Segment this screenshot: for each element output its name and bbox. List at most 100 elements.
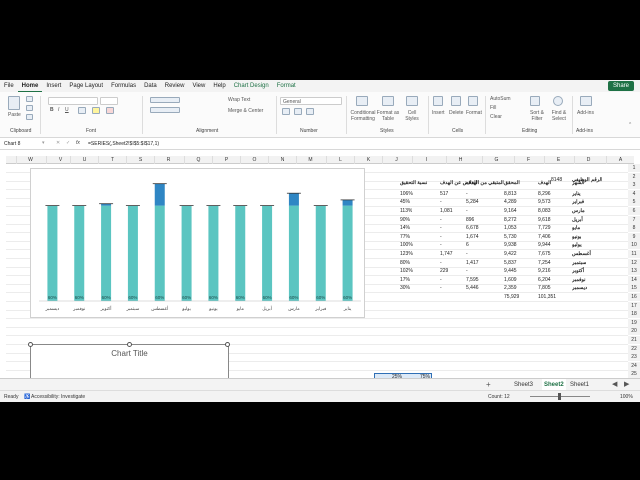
table-cell[interactable]: -: [440, 198, 442, 206]
table-cell[interactable]: أغسطس: [572, 250, 591, 258]
table-cell[interactable]: 1,417: [466, 259, 479, 267]
table-cell[interactable]: 14%: [400, 224, 410, 232]
table-cell[interactable]: -: [466, 207, 468, 215]
format-as-table-icon[interactable]: [382, 96, 394, 106]
column-header-m[interactable]: M: [296, 156, 324, 164]
table-cell[interactable]: 7,805: [538, 284, 551, 292]
table-cell[interactable]: 90%: [400, 216, 410, 224]
addins-icon[interactable]: [580, 96, 592, 106]
format-painter-icon[interactable]: [26, 114, 33, 120]
align-left-icon[interactable]: [150, 107, 180, 113]
row-header-6[interactable]: 6: [628, 207, 640, 215]
column-header-g[interactable]: G: [482, 156, 510, 164]
insert-label[interactable]: Insert: [432, 110, 445, 116]
row-header-3[interactable]: 3: [628, 181, 640, 190]
table-cell[interactable]: 896: [466, 216, 474, 224]
table-header[interactable]: الشهر: [572, 179, 584, 187]
menu-help[interactable]: Help: [209, 80, 229, 92]
comma-icon[interactable]: [306, 108, 314, 115]
table-header[interactable]: الهدف: [538, 179, 551, 187]
row-header-13[interactable]: 13: [628, 267, 640, 276]
find-select-icon[interactable]: [553, 96, 563, 106]
table-cell[interactable]: 5,446: [466, 284, 479, 292]
scroll-tabs-right-icon[interactable]: ▶: [624, 380, 629, 388]
table-cell[interactable]: -: [440, 259, 442, 267]
column-header-d[interactable]: D: [574, 156, 602, 164]
column-header-r[interactable]: R: [154, 156, 182, 164]
column-header-s[interactable]: S: [126, 156, 154, 164]
table-cell[interactable]: 9,944: [538, 241, 551, 249]
copy-icon[interactable]: [26, 105, 33, 111]
table-cell[interactable]: يناير: [572, 190, 581, 198]
table-cell[interactable]: -: [440, 224, 442, 232]
accessibility-status[interactable]: Accessibility: Investigate: [31, 394, 85, 400]
row-header-7[interactable]: 7: [628, 215, 640, 224]
table-cell[interactable]: فبراير: [572, 198, 584, 206]
table-cell[interactable]: يوليو: [572, 241, 582, 249]
format-cells-icon[interactable]: [468, 96, 478, 106]
column-header-p[interactable]: P: [212, 156, 240, 164]
table-cell[interactable]: 1,747: [440, 250, 453, 258]
wrap-text-button[interactable]: Wrap Text: [228, 97, 250, 103]
row-header-17[interactable]: 17: [628, 301, 640, 310]
menu-insert[interactable]: Insert: [42, 80, 65, 92]
row-header-4[interactable]: 4: [628, 189, 640, 198]
row-header-21[interactable]: 21: [628, 336, 640, 344]
row-header-9[interactable]: 9: [628, 232, 640, 241]
cancel-entry-icon[interactable]: ✕: [56, 140, 60, 146]
bar-base[interactable]: [127, 205, 138, 301]
format-as-table-label[interactable]: Format as Table: [376, 110, 400, 122]
table-cell[interactable]: -: [466, 267, 468, 275]
table-cell[interactable]: 517: [440, 190, 448, 198]
table-cell[interactable]: 229: [440, 267, 448, 275]
bar-base[interactable]: [342, 205, 353, 301]
column-header-n[interactable]: N: [268, 156, 296, 164]
table-cell[interactable]: 45%: [400, 198, 410, 206]
table-cell[interactable]: 7,729: [538, 224, 551, 232]
menu-page-layout[interactable]: Page Layout: [65, 80, 107, 92]
table-cell[interactable]: 9,422: [504, 250, 517, 258]
underline-icon[interactable]: U: [65, 107, 69, 113]
table-cell[interactable]: 1,053: [504, 224, 517, 232]
menu-chart-design[interactable]: Chart Design: [230, 80, 273, 92]
menu-file[interactable]: File: [0, 80, 18, 92]
bar-base[interactable]: [315, 205, 326, 301]
table-cell[interactable]: 123%: [400, 250, 413, 258]
add-sheet-icon[interactable]: +: [486, 380, 491, 389]
bar-top[interactable]: [342, 199, 353, 206]
row-header-22[interactable]: 22: [628, 344, 640, 353]
table-cell[interactable]: 30%: [400, 284, 410, 292]
conditional-formatting-icon[interactable]: [356, 96, 368, 106]
table-cell[interactable]: 6,678: [466, 224, 479, 232]
number-format-box[interactable]: General: [280, 97, 342, 105]
sort-filter-label[interactable]: Sort & Filter: [527, 110, 547, 122]
merge-center-button[interactable]: Merge & Center: [228, 108, 263, 114]
bar-base[interactable]: [154, 205, 165, 301]
table-cell[interactable]: 106%: [400, 190, 413, 198]
resize-handle-tr[interactable]: [225, 342, 230, 347]
table-cell[interactable]: -: [440, 216, 442, 224]
table-cell[interactable]: 9,445: [504, 267, 517, 275]
row-header-11[interactable]: 11: [628, 250, 640, 258]
table-cell[interactable]: يونيو: [572, 233, 581, 241]
bar-base[interactable]: [262, 205, 273, 301]
bar-base[interactable]: [74, 205, 85, 301]
zoom-slider-thumb[interactable]: [558, 393, 561, 400]
row-header-8[interactable]: 8: [628, 224, 640, 233]
confirm-entry-icon[interactable]: ✓: [66, 140, 70, 146]
table-cell[interactable]: 8,083: [538, 207, 551, 215]
column-header-l[interactable]: L: [326, 156, 354, 164]
table-cell[interactable]: -: [440, 276, 442, 284]
table-cell[interactable]: 5,730: [504, 233, 517, 241]
bar-base[interactable]: [288, 205, 299, 301]
menu-data[interactable]: Data: [140, 80, 161, 92]
sort-filter-icon[interactable]: [530, 96, 540, 106]
fx-icon[interactable]: fx: [76, 140, 80, 146]
table-cell[interactable]: 8,272: [504, 216, 517, 224]
table-cell[interactable]: أكتوبر: [572, 267, 584, 275]
conditional-formatting-label[interactable]: Conditional Formatting: [348, 110, 378, 122]
table-cell[interactable]: 5,837: [504, 259, 517, 267]
cell-styles-icon[interactable]: [406, 96, 418, 106]
bar-base[interactable]: [101, 205, 112, 301]
column-header-t[interactable]: T: [98, 156, 126, 164]
